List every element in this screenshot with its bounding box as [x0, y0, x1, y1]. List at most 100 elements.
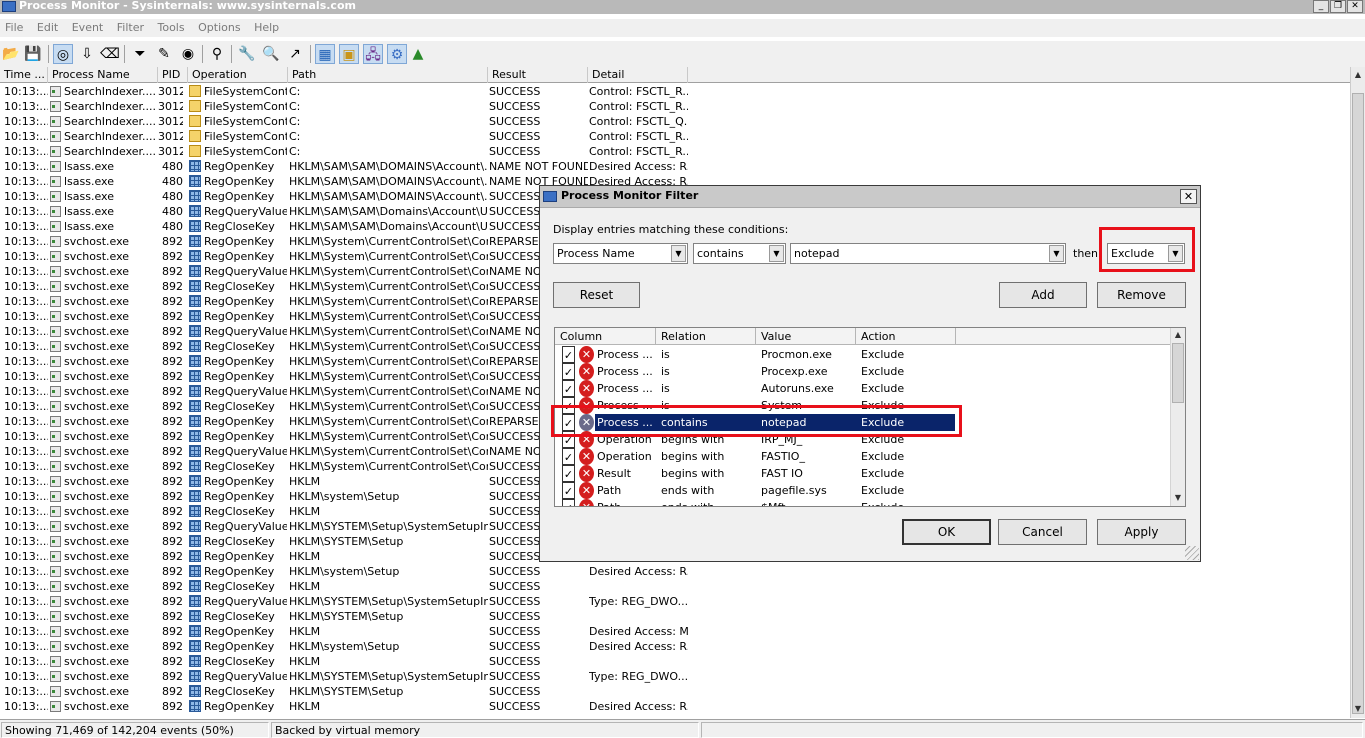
scroll-down-arrow-icon[interactable]: ▼: [1352, 703, 1364, 715]
cell-operation: RegCloseKey: [189, 399, 287, 414]
filter-rule-row[interactable]: ✓ ✕ Result begins with FAST IO Exclude: [555, 465, 1169, 482]
file-activity-icon[interactable]: ▣: [339, 44, 359, 64]
open-icon[interactable]: 📂: [1, 44, 21, 64]
cell-operation: RegCloseKey: [189, 219, 287, 234]
table-row[interactable]: 10:13:... SearchIndexer.... 3012 FileSystem…: [0, 99, 1350, 114]
table-row[interactable]: 10:13:... svchost.exe 892 RegQueryValue HKLM…: [0, 594, 1350, 609]
process-activity-icon[interactable]: ⚙: [387, 44, 407, 64]
network-activity-icon[interactable]: 🖧: [363, 44, 383, 64]
cell-pid-text: 892: [162, 445, 183, 458]
maximize-button[interactable]: ❐: [1330, 0, 1346, 13]
table-row[interactable]: 10:13:... SearchIndexer.... 3012 FileSystem…: [0, 84, 1350, 99]
cell-process-name: SearchIndexer....: [50, 129, 158, 144]
list-header-value[interactable]: Value: [756, 328, 856, 345]
ok-button[interactable]: OK: [902, 519, 991, 545]
table-row[interactable]: 10:13:... SearchIndexer.... 3012 FileSystem…: [0, 129, 1350, 144]
table-row[interactable]: 10:13:... svchost.exe 892 RegOpenKey HKLM SUC…: [0, 624, 1350, 639]
menu-filter[interactable]: Filter: [112, 19, 149, 37]
cancel-button[interactable]: Cancel: [998, 519, 1087, 545]
menu-event[interactable]: Event: [67, 19, 109, 37]
menu-tools[interactable]: Tools: [153, 19, 190, 37]
table-row[interactable]: 10:13:... lsass.exe 480 RegOpenKey HKLM\SAM\…: [0, 159, 1350, 174]
process-tree-icon[interactable]: ⚲: [207, 44, 227, 64]
checkbox-icon[interactable]: ✓: [562, 465, 575, 482]
cell-operation-text: RegOpenKey: [204, 700, 275, 713]
list-header-column[interactable]: Column: [555, 328, 656, 345]
filter-rule-row[interactable]: ✓ ✕ Process ... is Autoruns.exe Exclude: [555, 380, 1169, 397]
find-icon[interactable]: 🔍: [261, 44, 281, 64]
cell-time-text: 10:13:...: [4, 700, 48, 713]
relation-select[interactable]: contains ▼: [693, 243, 786, 264]
table-row[interactable]: 10:13:... svchost.exe 892 RegCloseKey HKLM SU…: [0, 654, 1350, 669]
filter-icon[interactable]: ⏷: [130, 44, 150, 64]
filter-rule-row[interactable]: ✓ ✕Path ends with $Mft Exclude: [555, 499, 1169, 506]
column-header-time[interactable]: Time ...: [0, 67, 48, 83]
column-select[interactable]: Process Name ▼: [553, 243, 688, 264]
cell-result-text: REPARSE: [489, 415, 539, 428]
filter-rule-row[interactable]: ✓ ✕ Process ... is Procexp.exe Exclude: [555, 363, 1169, 380]
list-header-relation[interactable]: Relation: [656, 328, 756, 345]
checkbox-icon[interactable]: ✓: [562, 482, 575, 499]
menu-options[interactable]: Options: [193, 19, 245, 37]
column-header-detail[interactable]: Detail: [588, 67, 688, 83]
main-vertical-scrollbar[interactable]: ▲ ▼: [1350, 67, 1365, 718]
autoscroll-icon[interactable]: ⇩: [77, 44, 97, 64]
checkbox-icon[interactable]: ✓: [562, 380, 575, 397]
checkbox-icon[interactable]: ✓: [562, 499, 575, 506]
table-row[interactable]: 10:13:... svchost.exe 892 RegQueryValue HKLM…: [0, 669, 1350, 684]
add-button[interactable]: Add: [999, 282, 1087, 308]
filter-list-scrollbar[interactable]: ▲ ▼: [1170, 328, 1185, 506]
properties-icon[interactable]: 🔧: [237, 44, 257, 64]
checkbox-icon[interactable]: ✓: [562, 448, 575, 465]
scroll-up-arrow-icon[interactable]: ▲: [1172, 329, 1184, 341]
filter-rule-row[interactable]: ✓ ✕ Path ends with pagefile.sys Exclude: [555, 482, 1169, 499]
menu-help[interactable]: Help: [249, 19, 284, 37]
table-row[interactable]: 10:13:... SearchIndexer.... 3012 FileSystem…: [0, 114, 1350, 129]
column-header-path[interactable]: Path: [288, 67, 488, 83]
minimize-button[interactable]: _: [1313, 0, 1329, 13]
remove-button[interactable]: Remove: [1097, 282, 1186, 308]
value-combo-input[interactable]: notepad ▼: [790, 243, 1066, 264]
registry-activity-icon[interactable]: ▦: [315, 44, 335, 64]
save-icon[interactable]: 💾: [23, 44, 43, 64]
table-row[interactable]: 10:13:... svchost.exe 892 RegOpenKey HKLM SUC…: [0, 699, 1350, 714]
jump-icon[interactable]: ↗: [285, 44, 305, 64]
reset-button[interactable]: Reset: [553, 282, 640, 308]
clear-icon[interactable]: ⌫: [100, 44, 120, 64]
menu-file[interactable]: File: [0, 19, 28, 37]
checkbox-icon[interactable]: ✓: [562, 346, 575, 363]
column-header-process-name[interactable]: Process Name: [48, 67, 158, 83]
cell-path: HKLM\System\CurrentControlSet\Contr...: [289, 309, 488, 324]
apply-button[interactable]: Apply: [1097, 519, 1186, 545]
column-header-result[interactable]: Result: [488, 67, 588, 83]
toolbar-separator: [48, 45, 49, 63]
resize-grip-icon[interactable]: [1185, 546, 1199, 560]
cell-path: HKLM: [289, 579, 488, 594]
column-header-operation[interactable]: Operation: [188, 67, 288, 83]
include-process-icon[interactable]: ◉: [178, 44, 198, 64]
close-button[interactable]: ✕: [1347, 0, 1363, 13]
cell-path: HKLM\System\CurrentControlSet\Contr...: [289, 384, 488, 399]
menu-edit[interactable]: Edit: [32, 19, 63, 37]
cell-process-name-text: lsass.exe: [64, 205, 114, 218]
checkbox-icon[interactable]: ✓: [562, 363, 575, 380]
table-row[interactable]: 10:13:... svchost.exe 892 RegCloseKey HKLM SU…: [0, 579, 1350, 594]
column-header-pid[interactable]: PID: [158, 67, 188, 83]
table-row[interactable]: 10:13:... svchost.exe 892 RegCloseKey HKLM\S…: [0, 609, 1350, 624]
scroll-thumb[interactable]: [1352, 93, 1364, 714]
table-row[interactable]: 10:13:... SearchIndexer.... 3012 FileSystem…: [0, 144, 1350, 159]
scroll-thumb[interactable]: [1172, 343, 1184, 403]
scroll-down-arrow-icon[interactable]: ▼: [1172, 492, 1184, 504]
list-header-action[interactable]: Action: [856, 328, 956, 345]
capture-icon[interactable]: ◎: [53, 44, 73, 64]
table-row[interactable]: 10:13:... svchost.exe 892 RegCloseKey HKLM\S…: [0, 684, 1350, 699]
cell-result-text: SUCCESS: [489, 115, 541, 128]
table-row[interactable]: 10:13:... svchost.exe 892 RegOpenKey HKLM\sy…: [0, 639, 1350, 654]
highlight-icon[interactable]: ✎: [154, 44, 174, 64]
profiling-icon[interactable]: ▲: [408, 44, 428, 64]
filter-rule-row[interactable]: ✓ ✕ Operation begins with FASTIO_ Exclude: [555, 448, 1169, 465]
dialog-close-icon[interactable]: ✕: [1180, 189, 1197, 204]
scroll-up-arrow-icon[interactable]: ▲: [1352, 69, 1364, 81]
filter-rule-row[interactable]: ✓ ✕ Process ... is Procmon.exe Exclude: [555, 346, 1169, 363]
table-row[interactable]: 10:13:... svchost.exe 892 RegOpenKey HKLM\sy…: [0, 564, 1350, 579]
